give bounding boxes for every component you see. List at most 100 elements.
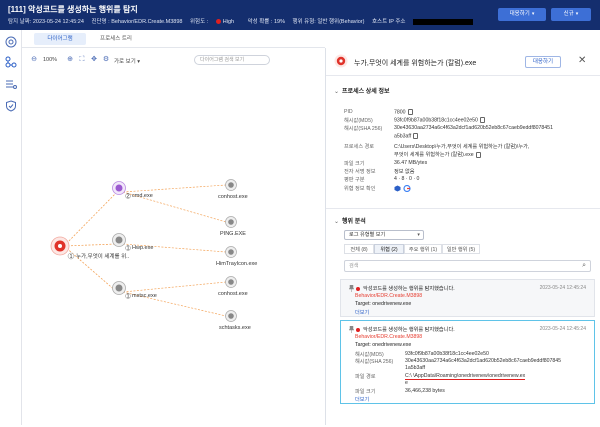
severity-dot-icon [356, 328, 360, 332]
detection-name: 진단명 : Behavior/EDR.Create.M3898 [91, 19, 183, 25]
graph-toolbar: ⊖ 100% ⊕ ⛶ ✥ ⚙ 가로 보기 ▾ 다이어그램 검색 보기 [22, 50, 325, 70]
graph-edge [122, 281, 227, 293]
node-label: 누가,무엇이 세계를 위.. [76, 252, 130, 260]
card-rule[interactable]: Behavior/EDR.Create.M3898 [355, 293, 422, 299]
zoom-level: 100% [43, 57, 58, 63]
copy-icon[interactable] [413, 133, 419, 139]
move-icon[interactable]: ✥ [90, 56, 98, 64]
severity-dot-icon [356, 287, 360, 291]
copy-icon[interactable] [479, 117, 485, 123]
zoom-in-icon[interactable]: ⊕ [66, 56, 74, 64]
process-node-himtrayicon[interactable] [225, 246, 237, 258]
alert-title: [111] 악성코드를 생성하는 행위를 탐지 [8, 5, 138, 14]
process-graph: 1 누가,무엇이 세계를 위.. 2 cmd.exe 1 Hwp.exe 1 m… [22, 70, 325, 425]
panel-respond-button[interactable]: 대응하기 [525, 56, 561, 68]
process-node-conhost[interactable] [225, 179, 237, 191]
filter-tab-major[interactable]: 주요 행위 (1) [404, 244, 442, 254]
threat-intel-icons[interactable] [394, 184, 412, 193]
divider [326, 75, 600, 76]
node-badge-count: 1 [69, 254, 72, 260]
behavior-card[interactable]: 악성코드를 생성하는 행위를 탐지했습니다. 2023-05-24 12:45:… [340, 279, 595, 317]
shield-icon[interactable] [5, 100, 17, 112]
node-label: HimTrayIcon.exe [216, 261, 257, 267]
respond-button[interactable]: 대응하기 ▾ [498, 8, 546, 21]
close-icon[interactable]: ✕ [578, 55, 586, 66]
view-tabs: 다이어그램 프로세스 트리 [22, 30, 325, 48]
root-process-node[interactable] [50, 236, 70, 256]
chevron-down-icon: ▾ [575, 11, 579, 17]
card-title: 악성코드를 생성하는 행위를 탐지했습니다. [363, 286, 455, 292]
fit-icon[interactable]: ⛶ [78, 56, 86, 64]
process-node-ping[interactable] [225, 216, 237, 228]
process-node-schtasks[interactable] [225, 310, 237, 322]
target-icon[interactable] [5, 36, 17, 48]
node-label: schtasks.exe [219, 325, 251, 331]
process-node-conhost-2[interactable] [225, 276, 237, 288]
detect-date: 탐지 날짜: 2023-05-24 12:45:24 [8, 19, 84, 25]
filter-tab-threat[interactable]: 위협 (2) [374, 244, 404, 254]
search-icon: ⌕ [582, 262, 586, 269]
node-label: mstsc.exe [132, 293, 157, 299]
chevron-down-icon: ▾ [417, 232, 420, 238]
chevron-down-icon: ▾ [531, 11, 535, 17]
pin-icon [349, 326, 354, 333]
new-button[interactable]: 신규 ▾ [551, 8, 591, 21]
node-label: cmd.exe [132, 193, 153, 199]
graph-icon[interactable] [5, 56, 17, 68]
left-nav [0, 30, 22, 425]
graph-edge [122, 184, 227, 193]
threat-process-icon [334, 54, 348, 68]
copy-icon[interactable] [407, 109, 413, 115]
node-badge-count: 1 [126, 294, 129, 300]
behavior-search-input[interactable]: 검색 ⌕ [344, 260, 591, 272]
zoom-out-icon[interactable]: ⊖ [30, 56, 38, 64]
severity: 위험도 : High [189, 19, 235, 25]
behavior-type: 행위 유형: 일반 행위(Behavior) [292, 19, 365, 25]
card-target: Target: onedrivenew.exe [355, 342, 412, 348]
process-node-hwp[interactable] [112, 233, 126, 247]
card-target: Target: onedrivenew.exe [355, 301, 412, 307]
chevron-down-icon: ⌄ [334, 89, 340, 95]
node-label: conhost.exe [218, 194, 248, 200]
copy-icon[interactable] [475, 151, 481, 158]
filter-tab-all[interactable]: 전체 (8) [344, 244, 374, 254]
card-rule[interactable]: Behavior/EDR.Create.M3898 [355, 334, 422, 340]
redacted-host-ip [413, 18, 473, 25]
card-time: 2023-05-24 12:45:24 [539, 326, 586, 332]
process-node-mstsc[interactable] [112, 281, 126, 295]
settings-icon[interactable]: ⚙ [102, 56, 110, 64]
process-detail-panel: 누가,무엇이 세계를 위험하는가 (칼럼).exe 대응하기 ✕ ⌄ 프로세스 상… [325, 48, 600, 425]
chevron-down-icon: ⌄ [334, 219, 340, 225]
node-label: conhost.exe [218, 291, 248, 297]
layout-select[interactable]: 가로 보기 ▾ [114, 57, 140, 65]
process-graph-canvas: 1 누가,무엇이 세계를 위.. 2 cmd.exe 1 Hwp.exe 1 m… [50, 179, 257, 331]
tab-process-tree[interactable]: 프로세스 트리 [90, 33, 142, 45]
graph-edge [63, 243, 118, 247]
node-label: PING.EXE [220, 231, 246, 237]
process-section-header[interactable]: ⌄ 프로세스 상세 정보 [334, 86, 390, 95]
panel-title: 누가,무엇이 세계를 위험하는가 (칼럼).exe [354, 60, 477, 67]
pin-icon [349, 285, 354, 292]
card-more-link[interactable]: 더보기 [355, 309, 369, 316]
tab-diagram[interactable]: 다이어그램 [34, 33, 86, 45]
behavior-card-selected[interactable]: 악성코드를 생성하는 행위를 탐지했습니다. 2023-05-24 12:45:… [340, 320, 595, 404]
node-badge-count: 2 [126, 194, 129, 200]
alert-header: [111] 악성코드를 생성하는 행위를 탐지 탐지 날짜: 2023-05-2… [0, 0, 600, 30]
filter-tab-general[interactable]: 일반 행위 (5) [442, 244, 480, 254]
node-badge-count: 1 [126, 246, 129, 252]
divider [326, 208, 600, 209]
list-settings-icon[interactable] [5, 78, 17, 90]
graph-edge [63, 191, 118, 247]
node-label: Hwp.exe [132, 245, 153, 251]
host-ip: 호스트 IP 주소 [372, 18, 473, 25]
log-type-select[interactable]: 로그 유형별 보기 ▾ [344, 230, 424, 240]
card-time: 2023-05-24 12:45:24 [539, 285, 586, 291]
severity-dot-icon [215, 19, 221, 25]
malicious-probability: 악성 확률 : 19% [247, 19, 285, 25]
diagram-search-input[interactable]: 다이어그램 검색 보기 [194, 55, 270, 65]
behavior-section-header[interactable]: ⌄ 행위 분석 [334, 216, 366, 225]
card-title: 악성코드를 생성하는 행위를 탐지했습니다. [363, 327, 455, 333]
alert-meta: 탐지 날짜: 2023-05-24 12:45:24 진단명 : Behavio… [8, 17, 479, 25]
card-more-link[interactable]: 더보기 [355, 396, 369, 403]
process-node-cmd[interactable] [112, 181, 126, 195]
